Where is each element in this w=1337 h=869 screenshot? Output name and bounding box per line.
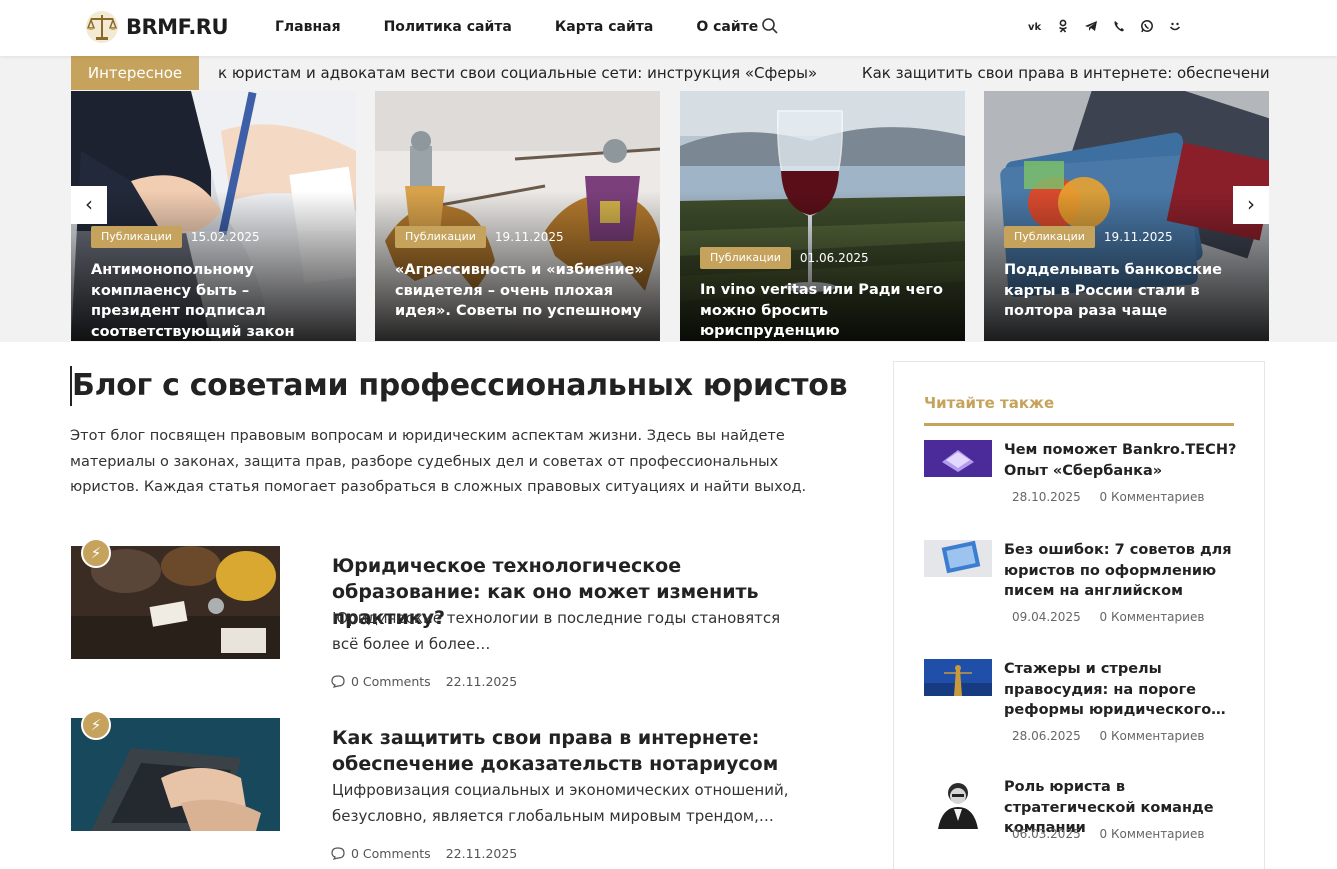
social-links: vk <box>1028 18 1196 34</box>
page-title: Блог с советами профессиональных юристов <box>70 366 848 406</box>
news-ticker: к юристам и адвокатам вести свои социаль… <box>218 56 1270 90</box>
card-date: 19.11.2025 <box>494 230 564 244</box>
post-comments[interactable]: 0 Comments <box>351 846 431 861</box>
site-logo[interactable]: BRMF.RU <box>84 9 229 45</box>
slider-next-button[interactable]: › <box>1233 186 1269 224</box>
logo-text: BRMF.RU <box>126 15 229 39</box>
sidebar-thumbnail[interactable] <box>924 540 992 577</box>
post-excerpt: Цифровизация социальных и экономических … <box>332 781 789 825</box>
sidebar-item-title[interactable]: Без ошибок: 7 советов для юристов по офо… <box>1004 540 1240 602</box>
sidebar-item: Роль юриста в стратегической команде ком… <box>924 777 1234 857</box>
post-item: ⚡ Как защитить свои права в интернете: о… <box>71 710 851 868</box>
post-meta: 0 Comments 22.11.2025 <box>331 674 517 689</box>
telegram-icon[interactable] <box>1084 18 1098 34</box>
slider-card[interactable]: Публикации 01.06.2025 In vino veritas ил… <box>680 91 965 341</box>
nav-about[interactable]: О сайте <box>696 19 758 35</box>
post-date: 22.11.2025 <box>445 846 518 861</box>
sidebar-item: Стажеры и стрелы правосудия: на пороге р… <box>924 659 1234 749</box>
site-header: BRMF.RU Главная Политика сайта Карта сай… <box>0 0 1337 56</box>
viber-icon[interactable] <box>1112 18 1126 34</box>
slider-card[interactable]: Публикации 19.11.2025 «Агрессивность и «… <box>375 91 660 341</box>
whatsapp-icon[interactable] <box>1140 18 1154 34</box>
sidebar-heading: Читайте также <box>924 394 1055 412</box>
nav-sitemap[interactable]: Карта сайта <box>555 19 653 35</box>
sidebar-thumbnail[interactable] <box>924 777 992 829</box>
sidebar-item-comments[interactable]: 0 Комментариев <box>1100 490 1205 504</box>
sidebar-item-title[interactable]: Стажеры и стрелы правосудия: на пороге р… <box>1004 659 1240 721</box>
moimir-icon[interactable] <box>1168 18 1182 34</box>
slider-prev-button[interactable]: ‹ <box>71 186 107 224</box>
ticker-item[interactable]: Как защитить свои права в интернете: обе… <box>862 64 1270 82</box>
search-icon[interactable] <box>761 17 779 35</box>
post-comments[interactable]: 0 Comments <box>351 674 431 689</box>
lightning-icon: ⚡ <box>81 538 111 568</box>
page-intro: Этот блог посвящен правовым вопросам и ю… <box>70 428 807 495</box>
sidebar-item-comments[interactable]: 0 Комментариев <box>1100 827 1205 841</box>
sidebar-item-date: 09.04.2025 <box>1012 610 1081 624</box>
comment-icon <box>331 675 345 688</box>
card-title[interactable]: Антимонопольному комплаенсу быть – прези… <box>91 260 342 341</box>
sidebar-item-comments[interactable]: 0 Комментариев <box>1100 729 1205 743</box>
card-date: 19.11.2025 <box>1103 230 1173 244</box>
post-item: ⚡ Юридическое технологическое образовани… <box>71 538 851 696</box>
category-badge[interactable]: Публикации <box>91 226 182 248</box>
svg-text:vk: vk <box>1028 22 1042 33</box>
category-badge[interactable]: Публикации <box>395 226 486 248</box>
scales-logo-icon <box>86 11 118 43</box>
ticker-label: Интересное <box>71 56 199 90</box>
nav-policy[interactable]: Политика сайта <box>384 19 512 35</box>
main-nav: Главная Политика сайта Карта сайта О сай… <box>275 0 801 54</box>
nav-home[interactable]: Главная <box>275 19 341 35</box>
slider-card[interactable]: Публикации 15.02.2025 Антимонопольному к… <box>71 91 356 341</box>
sidebar-thumbnail[interactable] <box>924 440 992 477</box>
category-badge[interactable]: Публикации <box>700 247 791 269</box>
post-meta: 0 Comments 22.11.2025 <box>331 846 517 861</box>
sidebar-item-title[interactable]: Чем поможет Bankro.TECH? Опыт «Сбербанка… <box>1004 440 1240 481</box>
card-title[interactable]: «Агрессивность и «избиение» свидетеля – … <box>395 260 646 322</box>
card-title[interactable]: In vino veritas или Ради чего можно брос… <box>700 280 951 341</box>
vk-icon[interactable]: vk <box>1028 18 1042 34</box>
slider-card[interactable]: Публикации 19.11.2025 Подделывать банков… <box>984 91 1269 341</box>
card-date: 15.02.2025 <box>190 230 260 244</box>
divider <box>924 423 1234 426</box>
sidebar-thumbnail[interactable] <box>924 659 992 696</box>
post-date: 22.11.2025 <box>445 674 518 689</box>
sidebar-item-comments[interactable]: 0 Комментариев <box>1100 610 1205 624</box>
card-date: 01.06.2025 <box>799 251 869 265</box>
sidebar-item-date: 28.10.2025 <box>1012 490 1081 504</box>
lightning-icon: ⚡ <box>81 710 111 740</box>
sidebar-item: Чем поможет Bankro.TECH? Опыт «Сбербанка… <box>924 440 1236 510</box>
sidebar-item-date: 06.03.2025 <box>1012 827 1081 841</box>
sidebar-item-date: 28.06.2025 <box>1012 729 1081 743</box>
post-excerpt: Юридические технологии в последние годы … <box>332 609 781 653</box>
odnoklassniki-icon[interactable] <box>1056 18 1070 34</box>
post-title[interactable]: Как защитить свои права в интернете: обе… <box>332 725 802 777</box>
sidebar-read-also: Читайте также Чем поможет Bankro.TECH? О… <box>893 361 1265 869</box>
comment-icon <box>331 847 345 860</box>
sidebar-item: Без ошибок: 7 советов для юристов по офо… <box>924 540 1234 630</box>
card-title[interactable]: Подделывать банковские карты в России ст… <box>1004 260 1255 322</box>
ticker-item[interactable]: к юристам и адвокатам вести свои социаль… <box>218 64 817 82</box>
category-badge[interactable]: Публикации <box>1004 226 1095 248</box>
